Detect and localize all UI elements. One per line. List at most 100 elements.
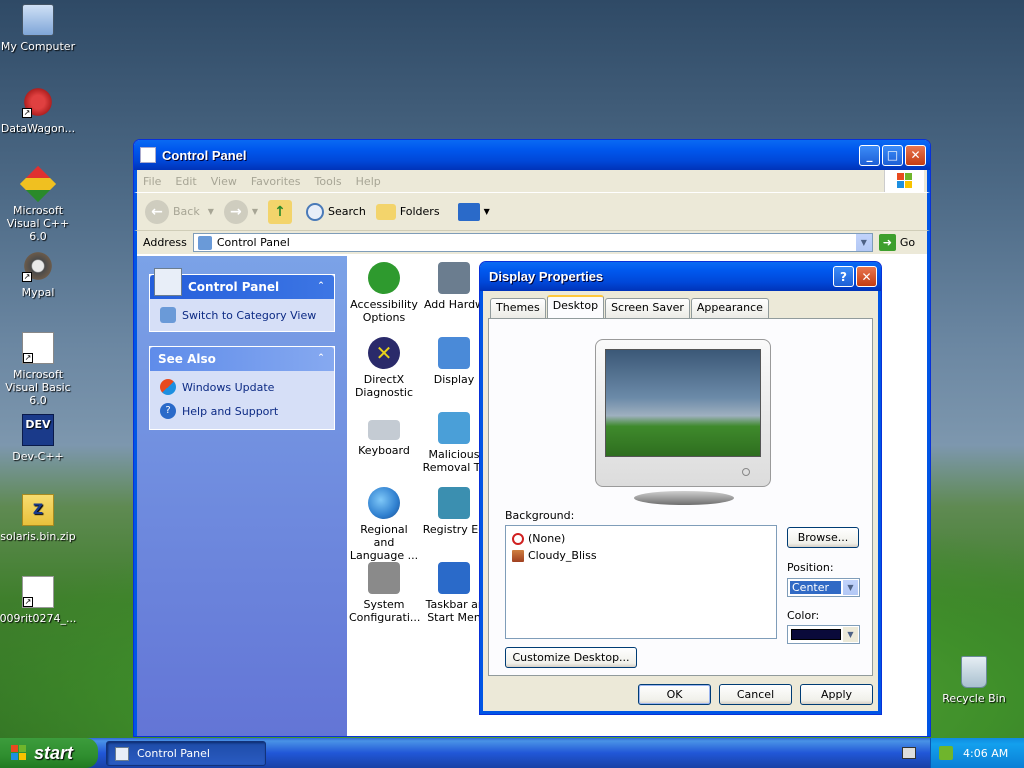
menu-tools[interactable]: Tools: [315, 175, 342, 188]
accessibility-icon: [368, 262, 400, 294]
views-button[interactable]: ▼: [457, 202, 490, 221]
network-icon[interactable]: [939, 746, 953, 760]
address-dropdown-button[interactable]: ▼: [854, 234, 872, 251]
cp-item-accessibility[interactable]: Accessibility Options: [349, 262, 419, 324]
maximize-button[interactable]: □: [882, 144, 903, 166]
switch-link-label: Switch to Category View: [182, 308, 317, 322]
tab-screen-saver[interactable]: Screen Saver: [605, 298, 690, 318]
background-item-none[interactable]: (None): [512, 530, 770, 547]
desktop-tab-panel: Background: (None) Cloudy_Bliss Browse..…: [488, 318, 873, 676]
close-button[interactable]: ✕: [905, 144, 926, 166]
color-picker[interactable]: ▼: [787, 625, 860, 644]
keyboard-layout-icon[interactable]: [902, 747, 916, 759]
shortcut-arrow-icon: ↗: [23, 597, 33, 607]
taskbar-icon: [438, 562, 470, 594]
wallpaper-preview: [605, 349, 761, 457]
chevron-down-icon: ▼: [483, 207, 490, 216]
help-icon: ?: [160, 403, 176, 419]
shortcut-arrow-icon: ↗: [23, 353, 33, 363]
desktop-icon-dev-cpp[interactable]: DEV Dev-C++: [0, 414, 78, 463]
clock[interactable]: 4:06 AM: [963, 747, 1008, 760]
shortcut-arrow-icon: ↗: [22, 108, 32, 118]
folders-label: Folders: [399, 205, 440, 218]
control-panel-titlebar[interactable]: Control Panel _ □ ✕: [134, 140, 930, 170]
start-label: start: [34, 742, 74, 763]
desktop-icon-label: Recycle Bin: [942, 692, 1006, 705]
visual-cpp-icon: [19, 165, 57, 203]
cp-item-label: Keyboard: [358, 444, 410, 457]
desktop-icon-mypal[interactable]: ↗ Mypal: [0, 250, 78, 299]
address-label: Address: [143, 236, 187, 249]
background-list[interactable]: (None) Cloudy_Bliss: [505, 525, 777, 639]
desktop-icon-my-computer[interactable]: My Computer: [0, 4, 78, 53]
cp-item-label: Regional and Language ...: [349, 523, 419, 562]
go-arrow-icon: ➜: [878, 234, 896, 251]
monitor-stand: [634, 491, 734, 505]
cp-item-label: Accessibility Options: [350, 298, 418, 324]
views-icon: [457, 202, 480, 221]
menu-view[interactable]: View: [211, 175, 237, 188]
desktop-icon-visual-cpp[interactable]: Microsoft Visual C++ 6.0: [0, 165, 78, 243]
system-configuration-icon: [368, 562, 400, 594]
up-button[interactable]: ↑: [268, 199, 296, 224]
taskbar-button-control-panel[interactable]: Control Panel: [106, 741, 266, 766]
see-also-header[interactable]: See Also ⌃: [150, 347, 334, 371]
toolbar: ← Back ▼ → ▼ ↑ Search Folders ▼: [134, 192, 930, 230]
windows-update-link[interactable]: Windows Update: [150, 371, 334, 399]
dialog-close-button[interactable]: ✕: [856, 266, 877, 287]
visual-basic-icon: ↗: [22, 332, 54, 364]
position-label: Position:: [787, 561, 834, 574]
collapse-chevron-icon[interactable]: ⌃: [314, 352, 328, 366]
desktop-icon-document[interactable]: ↗ 009rit0274_...: [0, 576, 78, 625]
position-select[interactable]: Center ▼: [787, 578, 860, 597]
tab-themes[interactable]: Themes: [490, 298, 546, 318]
desktop-icon-recycle-bin[interactable]: Recycle Bin: [934, 656, 1014, 705]
background-item-label: Cloudy_Bliss: [528, 549, 597, 562]
ok-button[interactable]: OK: [638, 684, 711, 705]
go-button[interactable]: ➜ Go: [878, 234, 915, 251]
menu-help[interactable]: Help: [356, 175, 381, 188]
dialog-titlebar[interactable]: Display Properties ? ✕: [480, 262, 881, 291]
add-hardware-icon: [438, 262, 470, 294]
menu-favorites[interactable]: Favorites: [251, 175, 301, 188]
control-panel-icon: [154, 268, 182, 296]
back-label: Back: [173, 205, 200, 218]
folders-icon: [375, 203, 396, 220]
background-item-cloudy-bliss[interactable]: Cloudy_Bliss: [512, 547, 770, 564]
none-icon: [512, 532, 524, 545]
back-button[interactable]: ← Back ▼: [145, 199, 214, 224]
address-input[interactable]: Control Panel ▼: [192, 233, 873, 252]
background-item-label: (None): [528, 532, 566, 545]
forward-button[interactable]: → ▼: [223, 199, 259, 224]
tab-desktop[interactable]: Desktop: [546, 295, 605, 318]
folders-button[interactable]: Folders: [375, 203, 440, 220]
help-and-support-link[interactable]: ? Help and Support: [150, 399, 334, 429]
mypal-icon: ↗: [22, 250, 54, 282]
desktop-icon-visual-basic[interactable]: ↗ Microsoft Visual Basic 6.0: [0, 332, 78, 407]
see-also-box: See Also ⌃ Windows Update ? Help and Sup…: [149, 346, 335, 430]
search-button[interactable]: Search: [306, 202, 366, 221]
see-also-title: See Also: [158, 352, 216, 366]
apply-button[interactable]: Apply: [800, 684, 873, 705]
task-box-header[interactable]: Control Panel ⌃: [150, 268, 334, 299]
tab-strip: Themes Desktop Screen Saver Appearance: [490, 295, 770, 318]
collapse-chevron-icon[interactable]: ⌃: [314, 280, 328, 294]
menu-edit[interactable]: Edit: [175, 175, 196, 188]
windows-update-label: Windows Update: [182, 380, 275, 394]
minimize-button[interactable]: _: [859, 144, 880, 166]
cancel-button[interactable]: Cancel: [719, 684, 792, 705]
cp-item-keyboard[interactable]: Keyboard: [349, 412, 419, 457]
tab-appearance[interactable]: Appearance: [690, 298, 769, 318]
start-button[interactable]: start: [0, 738, 98, 768]
switch-category-view-link[interactable]: Switch to Category View: [150, 299, 334, 331]
cp-item-regional[interactable]: Regional and Language ...: [349, 487, 419, 562]
help-button[interactable]: ?: [833, 266, 854, 287]
customize-desktop-button[interactable]: Customize Desktop...: [505, 647, 637, 668]
cp-item-directx[interactable]: ✕ DirectX Diagnostic: [349, 337, 419, 399]
menu-file[interactable]: File: [143, 175, 161, 188]
browse-button[interactable]: Browse...: [787, 527, 859, 548]
desktop-icon-datawagon[interactable]: ↗ DataWagon...: [0, 86, 78, 135]
desktop-icon-solaris-zip[interactable]: Z solaris.bin.zip: [0, 494, 78, 543]
chevron-down-icon: ▼: [251, 207, 259, 216]
cp-item-system-configuration[interactable]: System Configurati...: [349, 562, 420, 624]
